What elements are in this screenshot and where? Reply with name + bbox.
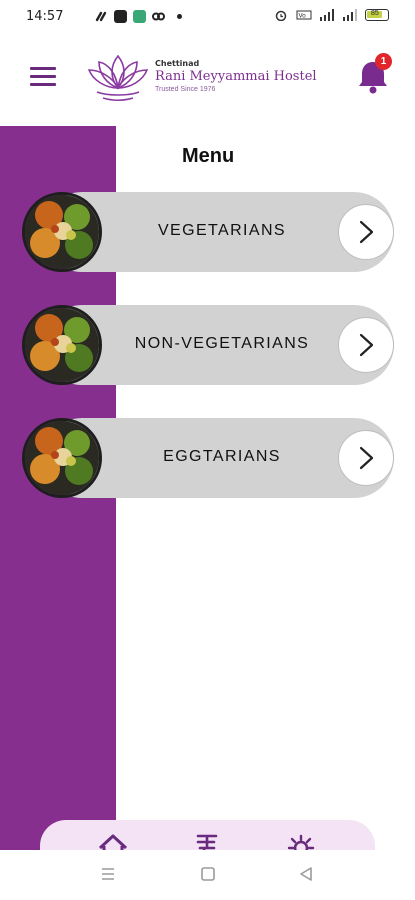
status-bar: 14:57 Vo 85 [0, 0, 415, 34]
status-time: 14:57 [26, 9, 64, 24]
food-bowl-image [22, 418, 102, 498]
category-arrow-button[interactable] [338, 204, 394, 260]
system-icons: Vo 85 [273, 9, 389, 21]
svg-text:Vo: Vo [299, 13, 307, 20]
menu-line [30, 75, 56, 78]
category-non-vegetarians[interactable]: NON-VEGETARIANS [22, 305, 394, 385]
chevron-right-icon [359, 446, 374, 470]
brand-small-text: Chettinad [155, 59, 200, 68]
brand-logo: Chettinad Rani Meyyammai Hostel Trusted … [85, 48, 317, 104]
recents-icon [102, 868, 114, 880]
brand-tagline: Trusted Since 1976 [155, 86, 216, 93]
food-bowl-image [22, 305, 102, 385]
category-vegetarians[interactable]: VEGETARIANS [22, 192, 394, 272]
chevron-right-icon [359, 333, 374, 357]
alarm-icon [275, 10, 287, 21]
volte-icon: Vo [296, 10, 312, 20]
app-header: Chettinad Rani Meyyammai Hostel Trusted … [0, 34, 415, 126]
app-green-icon [133, 10, 146, 23]
link2-icon [152, 12, 165, 21]
system-navigation-bar [0, 850, 415, 900]
notification-button[interactable]: 1 [356, 53, 392, 96]
battery-icon: 85 [365, 9, 389, 21]
home-system-button[interactable] [200, 866, 216, 887]
dot-icon [177, 14, 182, 19]
battery-level: 85 [371, 10, 379, 17]
category-label: EGGTARIANS [163, 448, 281, 465]
notification-badge: 1 [375, 53, 392, 70]
category-arrow-button[interactable] [338, 430, 394, 486]
signal2-icon [343, 9, 357, 21]
recent-apps-button[interactable] [100, 866, 116, 887]
back-button[interactable] [298, 866, 314, 887]
brand-title: Rani Meyyammai Hostel [155, 69, 317, 84]
category-eggtarians[interactable]: EGGTARIANS [22, 418, 394, 498]
chevron-right-icon [359, 220, 374, 244]
food-bowl-image [22, 192, 102, 272]
signal-icon [320, 9, 334, 21]
menu-line [30, 83, 56, 86]
notification-icons [95, 10, 182, 23]
lotus-logo-icon [87, 54, 149, 102]
category-label: NON-VEGETARIANS [134, 335, 310, 352]
menu-line [30, 67, 56, 70]
app-icon [114, 10, 127, 23]
link-icon [95, 11, 107, 22]
category-arrow-button[interactable] [338, 317, 394, 373]
back-triangle-icon [300, 867, 312, 881]
square-home-icon [201, 867, 215, 881]
category-label: VEGETARIANS [157, 222, 287, 239]
hamburger-menu-button[interactable] [30, 67, 56, 89]
page-title: Menu [182, 145, 235, 167]
